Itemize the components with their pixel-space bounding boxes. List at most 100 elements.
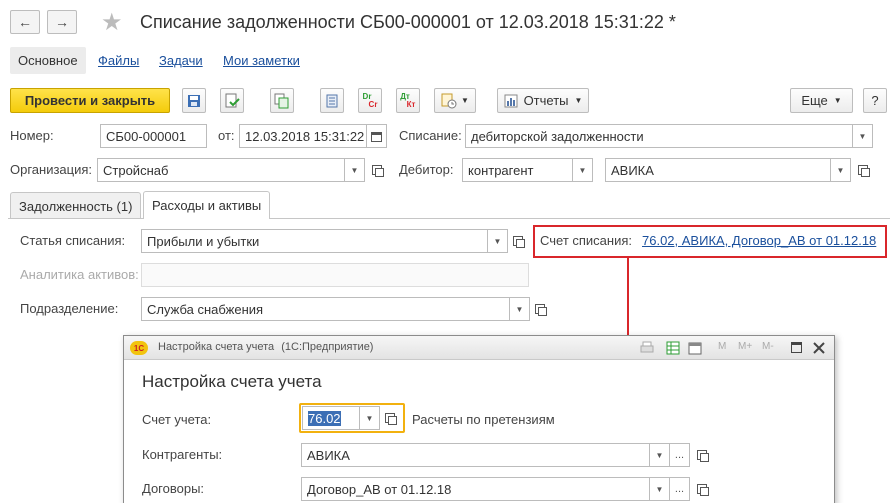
chevron-down-icon: ▼ xyxy=(574,96,583,105)
date-field[interactable]: 12.03.2018 15:31:22 xyxy=(239,124,367,148)
spreadsheet-icon[interactable] xyxy=(666,341,680,355)
date-label: от: xyxy=(218,128,235,143)
open-form-icon xyxy=(535,304,547,316)
dialog-contracts-dropdown-button[interactable]: ▼ xyxy=(650,477,670,501)
dialog-account-field[interactable]: 76.02 xyxy=(302,406,360,430)
save-button[interactable] xyxy=(182,88,206,113)
tab-debt[interactable]: Задолженность (1) xyxy=(10,192,142,218)
maximize-icon[interactable] xyxy=(791,342,802,353)
writeoff-field[interactable]: дебиторской задолженности xyxy=(465,124,853,148)
more-button[interactable]: Еще ▼ xyxy=(790,88,853,113)
chevron-down-icon: ▼ xyxy=(461,96,469,105)
list-button[interactable] xyxy=(320,88,344,113)
debtor-open-button[interactable] xyxy=(853,158,873,182)
department-field[interactable]: Служба снабжения xyxy=(141,297,510,321)
analytics-field[interactable] xyxy=(141,263,529,287)
dialog-contractors-label: Контрагенты: xyxy=(142,447,223,462)
writeoff-dropdown-button[interactable]: ▼ xyxy=(853,124,873,148)
department-open-button[interactable] xyxy=(530,297,550,321)
department-dropdown-button[interactable]: ▼ xyxy=(510,297,530,321)
favorite-star-icon[interactable]: ★ xyxy=(101,8,123,37)
memory-plus-icon[interactable]: M+ xyxy=(738,341,752,352)
memory-m-icon[interactable]: M xyxy=(718,341,726,352)
post-and-close-button[interactable]: Провести и закрыть xyxy=(10,88,170,113)
chevron-down-icon: ▼ xyxy=(365,413,374,423)
page-title: Списание задолженности СБ00-000001 от 12… xyxy=(140,12,676,32)
article-open-button[interactable] xyxy=(508,229,528,253)
memory-minus-icon[interactable]: M- xyxy=(762,341,774,352)
account-settings-dialog: 1С Настройка счета учета (1С:Предприятие… xyxy=(123,335,835,503)
number-label: Номер: xyxy=(10,128,54,143)
dialog-contractors-open-button[interactable] xyxy=(692,443,712,467)
organization-dropdown-button[interactable]: ▼ xyxy=(345,158,365,182)
copy-document-icon xyxy=(274,93,289,108)
organization-label: Организация: xyxy=(10,162,93,177)
tab-expenses[interactable]: Расходы и активы xyxy=(143,191,271,219)
account-label: Счет списания: xyxy=(540,233,633,248)
organization-open-button[interactable] xyxy=(367,158,387,182)
dialog-contracts-open-button[interactable] xyxy=(692,477,712,501)
tab-tasks[interactable]: Задачи xyxy=(159,53,203,68)
debtor-field[interactable]: АВИКА xyxy=(605,158,831,182)
dialog-titlebar: 1С Настройка счета учета (1С:Предприятие… xyxy=(124,336,834,360)
dialog-contractors-field[interactable]: АВИКА xyxy=(301,443,650,467)
calendar-button[interactable] xyxy=(367,124,387,148)
dialog-account-dropdown-button[interactable]: ▼ xyxy=(360,406,380,430)
dialog-contracts-select-button[interactable]: ... xyxy=(670,477,690,501)
number-field[interactable]: СБ00-000001 xyxy=(100,124,207,148)
chevron-down-icon: ▼ xyxy=(578,165,587,175)
open-form-icon xyxy=(697,484,709,496)
kt-icon: Кт xyxy=(406,99,416,109)
save-icon xyxy=(188,94,200,107)
1c-logo-icon: 1С xyxy=(130,341,148,355)
debtor-dropdown-button[interactable]: ▼ xyxy=(831,158,851,182)
writeoff-label: Списание: xyxy=(399,128,462,143)
chevron-down-icon: ▼ xyxy=(350,165,359,175)
dialog-contractors-select-button[interactable]: ... xyxy=(670,443,690,467)
print-menu-button[interactable]: ▼ xyxy=(434,88,476,113)
account-link[interactable]: 76.02, АВИКА, Договор_АВ от 01.12.18 xyxy=(642,233,876,248)
dr-cr-button[interactable]: Dr Cr xyxy=(358,88,382,113)
calendar-icon[interactable] xyxy=(688,341,702,355)
dialog-account-open-button[interactable] xyxy=(380,406,400,430)
cr-icon: Cr xyxy=(368,99,378,109)
article-field[interactable]: Прибыли и убытки xyxy=(141,229,488,253)
create-based-on-button[interactable] xyxy=(270,88,294,113)
dt-kt-button[interactable]: Дт Кт xyxy=(396,88,420,113)
dialog-contracts-field[interactable]: Договор_АВ от 01.12.18 xyxy=(301,477,650,501)
dialog-heading: Настройка счета учета xyxy=(142,372,322,391)
article-label: Статья списания: xyxy=(20,233,126,248)
tab-files[interactable]: Файлы xyxy=(98,53,139,68)
chevron-down-icon: ▼ xyxy=(515,304,524,314)
organization-field[interactable]: Стройснаб xyxy=(97,158,345,182)
back-button[interactable]: ← xyxy=(10,10,40,34)
close-icon[interactable] xyxy=(813,342,825,354)
department-label: Подразделение: xyxy=(20,301,119,316)
arrow-right-icon: → xyxy=(55,14,69,30)
dialog-account-name: Расчеты по претензиям xyxy=(412,412,555,427)
more-label: Еще xyxy=(801,93,828,108)
help-button[interactable]: ? xyxy=(863,88,887,113)
post-button[interactable] xyxy=(220,88,244,113)
arrow-left-icon: ← xyxy=(18,14,32,30)
dialog-contractors-dropdown-button[interactable]: ▼ xyxy=(650,443,670,467)
dialog-account-label: Счет учета: xyxy=(142,412,212,427)
dialog-contracts-label: Договоры: xyxy=(142,481,205,496)
print-icon[interactable] xyxy=(640,341,654,355)
tab-main[interactable]: Основное xyxy=(10,47,86,74)
dialog-account-value: 76.02 xyxy=(308,411,341,426)
chevron-down-icon: ▼ xyxy=(858,131,867,141)
report-chart-icon xyxy=(504,94,518,107)
dialog-window-title: Настройка счета учета (1С:Предприятие) xyxy=(158,341,373,353)
tab-notes[interactable]: Мои заметки xyxy=(223,53,300,68)
chevron-down-icon: ▼ xyxy=(493,236,502,246)
tab-bar-divider xyxy=(8,218,890,219)
open-form-icon xyxy=(513,236,525,248)
chevron-down-icon: ▼ xyxy=(655,450,664,460)
debtor-type-dropdown-button[interactable]: ▼ xyxy=(573,158,593,182)
debtor-type-field[interactable]: контрагент xyxy=(462,158,573,182)
open-form-icon xyxy=(858,165,870,177)
article-dropdown-button[interactable]: ▼ xyxy=(488,229,508,253)
reports-button[interactable]: Отчеты ▼ xyxy=(497,88,589,113)
forward-button[interactable]: → xyxy=(47,10,77,34)
